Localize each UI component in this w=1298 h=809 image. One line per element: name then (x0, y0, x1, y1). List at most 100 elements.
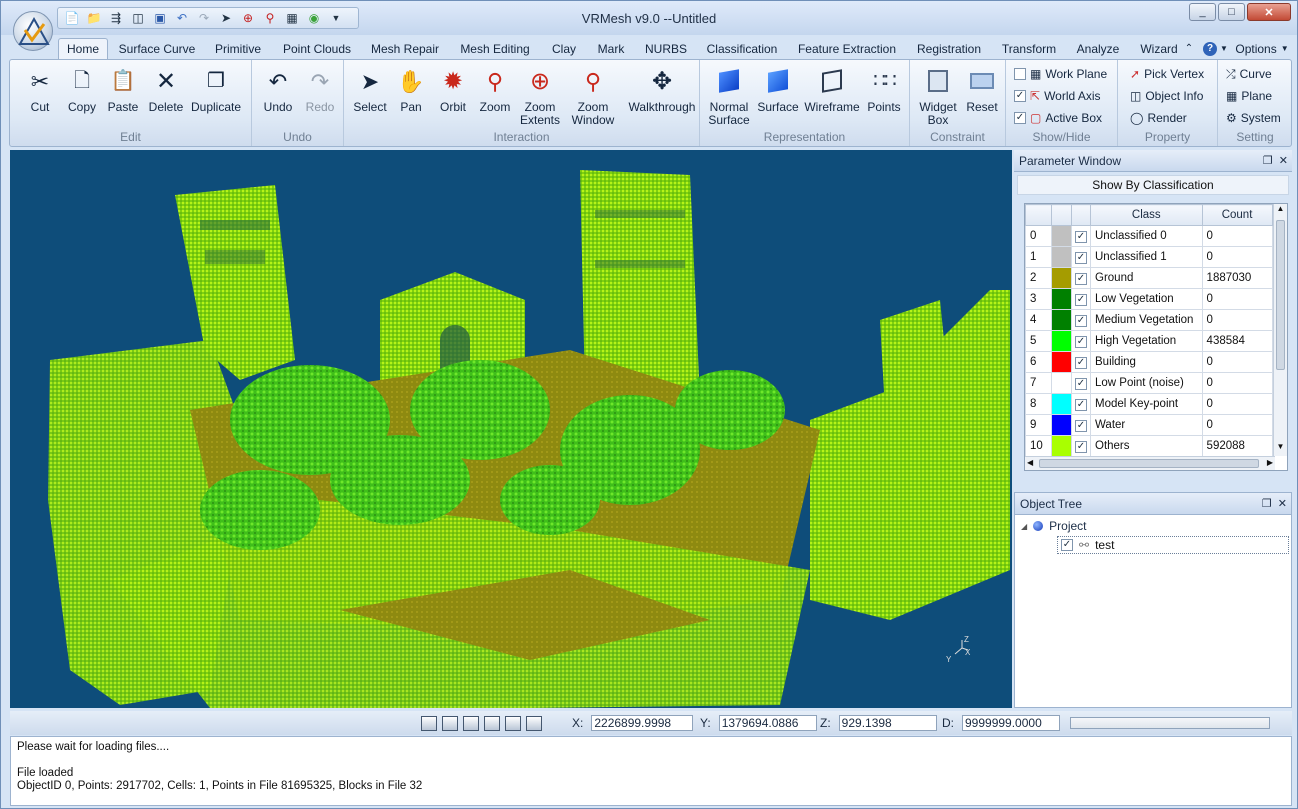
delete-button[interactable]: ✕ Delete (146, 66, 186, 114)
classification-row[interactable]: 6 ✓ Building 0 (1025, 351, 1273, 373)
collapse-triangle-icon[interactable]: ◢ (1021, 522, 1027, 531)
tab-mesh-editing[interactable]: Mesh Editing (453, 38, 537, 59)
class-visibility-checkbox[interactable]: ✓ (1075, 440, 1087, 453)
tab-registration[interactable]: Registration (909, 38, 989, 59)
orbit-button[interactable]: ✹ Orbit (433, 66, 473, 114)
classification-row[interactable]: 8 ✓ Model Key-point 0 (1025, 393, 1273, 415)
tab-nurbs[interactable]: NURBS (640, 38, 692, 59)
pick-vertex-button[interactable]: ➚ Pick Vertex (1130, 65, 1204, 83)
plane-setting-button[interactable]: ▦ Plane (1226, 87, 1272, 105)
undo-button[interactable]: ↶ Undo (258, 66, 298, 114)
class-visibility-checkbox[interactable]: ✓ (1075, 356, 1087, 369)
object-info-button[interactable]: ◫ Object Info (1130, 87, 1203, 105)
tab-mark[interactable]: Mark (591, 38, 631, 59)
tree-node-project[interactable]: ◢ Project (1021, 519, 1087, 533)
select-button[interactable]: ➤ Select (350, 66, 390, 114)
duplicate-button[interactable]: ❐ Duplicate (188, 66, 244, 114)
view-bottom-cube-icon[interactable] (526, 716, 542, 731)
classification-row[interactable]: 9 ✓ Water 0 (1025, 414, 1273, 436)
class-visibility-checkbox[interactable]: ✓ (1075, 251, 1087, 264)
class-visibility-checkbox[interactable]: ✓ (1075, 293, 1087, 306)
tab-primitive[interactable]: Primitive (207, 38, 269, 59)
wireframe-button[interactable]: Wireframe (804, 66, 860, 114)
maximize-button[interactable]: □ (1218, 3, 1245, 21)
world-axis-toggle[interactable]: ✓ ⇱ World Axis (1014, 87, 1101, 105)
class-visibility-cell[interactable]: ✓ (1071, 372, 1091, 394)
system-setting-button[interactable]: ⚙ System (1226, 109, 1281, 127)
class-visibility-checkbox[interactable]: ✓ (1075, 230, 1087, 243)
classification-row[interactable]: 1 ✓ Unclassified 10 (1025, 246, 1273, 268)
class-visibility-checkbox[interactable]: ✓ (1075, 272, 1087, 285)
class-color-swatch[interactable] (1051, 372, 1072, 394)
minimize-button[interactable]: _ (1189, 3, 1216, 21)
normal-surface-button[interactable]: Normal Surface (706, 66, 752, 127)
active-box-toggle[interactable]: ✓ ▢ Active Box (1014, 109, 1102, 127)
show-by-classification-button[interactable]: Show By Classification (1017, 175, 1289, 195)
class-visibility-cell[interactable]: ✓ (1071, 267, 1091, 289)
tab-home[interactable]: Home (58, 38, 108, 59)
zoom-extents-button[interactable]: ⊕ Zoom Extents (518, 66, 562, 127)
tab-surface-curve[interactable]: Surface Curve (114, 38, 200, 59)
copy-button[interactable]: 🗋 Copy (62, 66, 102, 114)
grid-horizontal-scrollbar[interactable]: ◀ ▶ (1025, 456, 1275, 470)
cut-button[interactable]: ✂ Cut (20, 66, 60, 114)
tab-feature-extraction[interactable]: Feature Extraction (792, 38, 902, 59)
walkthrough-button[interactable]: ✥ Walkthrough (626, 66, 698, 114)
class-color-swatch[interactable] (1051, 309, 1072, 331)
classification-row[interactable]: 2 ✓ Ground 1887030 (1025, 267, 1273, 289)
classification-row[interactable]: 3 ✓ Low Vegetation 0 (1025, 288, 1273, 310)
class-color-swatch[interactable] (1051, 246, 1072, 268)
active-box-checkbox[interactable]: ✓ (1014, 112, 1026, 124)
class-column-header[interactable]: Class (1090, 204, 1203, 226)
class-visibility-cell[interactable]: ✓ (1071, 414, 1091, 436)
view-back-cube-icon[interactable] (442, 716, 458, 731)
tab-transform[interactable]: Transform (996, 38, 1062, 59)
restore-panel-icon[interactable]: ❐ (1263, 155, 1273, 167)
help-icon[interactable]: ? (1201, 38, 1219, 59)
tab-classification[interactable]: Classification (699, 38, 785, 59)
classification-row[interactable]: 7 ✓ Low Point (noise) 0 (1025, 372, 1273, 394)
class-visibility-checkbox[interactable]: ✓ (1075, 398, 1087, 411)
app-logo[interactable] (13, 11, 53, 51)
classification-row[interactable]: 10 ✓ Others 592088 (1025, 435, 1273, 457)
world-axis-checkbox[interactable]: ✓ (1014, 90, 1026, 102)
render-button[interactable]: ◯ Render (1130, 109, 1187, 127)
3d-viewport[interactable]: Z X Y (10, 150, 1012, 708)
pan-button[interactable]: ✋ Pan (391, 66, 431, 114)
class-color-swatch[interactable] (1051, 225, 1072, 247)
class-visibility-cell[interactable]: ✓ (1071, 435, 1091, 457)
close-panel-icon[interactable]: ✕ (1279, 155, 1288, 167)
curve-setting-button[interactable]: ⤮ Curve (1226, 65, 1272, 83)
zoom-window-button[interactable]: ⚲ Zoom Window (568, 66, 618, 127)
surface-button[interactable]: Surface (756, 66, 800, 114)
zoom-button[interactable]: ⚲ Zoom (475, 66, 515, 114)
classification-row[interactable]: 0 ✓ Unclassified 00 (1025, 225, 1273, 247)
class-visibility-checkbox[interactable]: ✓ (1075, 314, 1087, 327)
view-right-cube-icon[interactable] (484, 716, 500, 731)
test-visibility-checkbox[interactable]: ✓ (1061, 539, 1073, 551)
tree-node-test[interactable]: ✓ ⚯ test (1057, 536, 1289, 554)
paste-button[interactable]: 📋 Paste (103, 66, 143, 114)
close-button[interactable]: ✕ (1247, 3, 1291, 21)
class-color-swatch[interactable] (1051, 351, 1072, 373)
class-visibility-cell[interactable]: ✓ (1071, 351, 1091, 373)
view-left-cube-icon[interactable] (463, 716, 479, 731)
class-visibility-cell[interactable]: ✓ (1071, 225, 1091, 247)
close-panel-icon[interactable]: ✕ (1278, 498, 1287, 510)
class-color-swatch[interactable] (1051, 435, 1072, 457)
classification-row[interactable]: 5 ✓ High Vegetation 438584 (1025, 330, 1273, 352)
class-visibility-cell[interactable]: ✓ (1071, 330, 1091, 352)
class-visibility-checkbox[interactable]: ✓ (1075, 419, 1087, 432)
view-front-cube-icon[interactable] (421, 716, 437, 731)
class-color-swatch[interactable] (1051, 267, 1072, 289)
tab-wizard[interactable]: Wizard (1134, 38, 1184, 59)
widget-box-button[interactable]: Widget Box (916, 66, 960, 127)
class-color-swatch[interactable] (1051, 288, 1072, 310)
grid-vertical-scrollbar[interactable]: ▲ ▼ (1273, 204, 1287, 456)
class-visibility-cell[interactable]: ✓ (1071, 288, 1091, 310)
class-visibility-cell[interactable]: ✓ (1071, 246, 1091, 268)
class-visibility-checkbox[interactable]: ✓ (1075, 335, 1087, 348)
collapse-ribbon-icon[interactable]: ⌃ (1182, 38, 1196, 59)
classification-row[interactable]: 4 ✓ Medium Vegetation 0 (1025, 309, 1273, 331)
redo-button[interactable]: ↷ Redo (300, 66, 340, 114)
